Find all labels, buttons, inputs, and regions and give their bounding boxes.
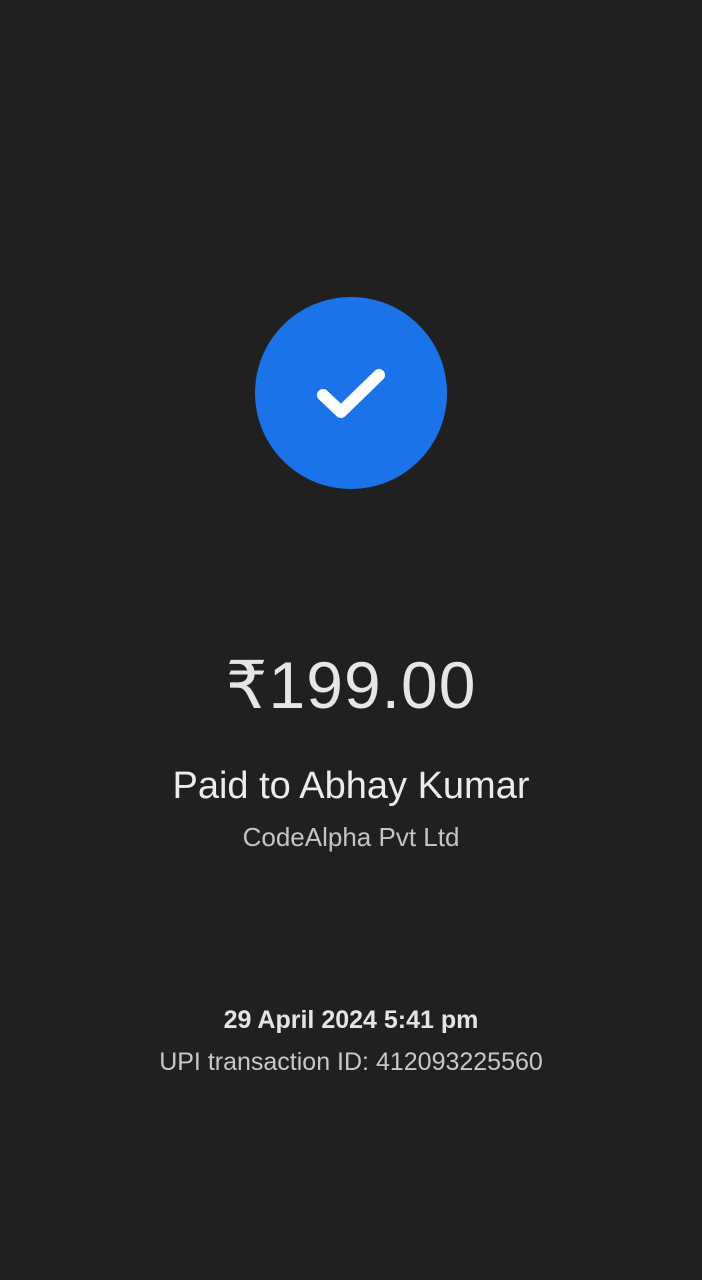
merchant-name: CodeAlpha Pvt Ltd <box>242 822 460 852</box>
success-badge <box>255 297 447 489</box>
payment-amount: ₹199.00 <box>225 648 477 722</box>
transaction-id: UPI transaction ID: 412093225560 <box>159 1048 543 1076</box>
check-icon <box>317 369 385 418</box>
payment-success-screen: ₹199.00 Paid to Abhay Kumar CodeAlpha Pv… <box>0 0 702 1280</box>
payee-name: Paid to Abhay Kumar <box>172 765 530 807</box>
transaction-datetime: 29 April 2024 5:41 pm <box>223 1006 479 1034</box>
